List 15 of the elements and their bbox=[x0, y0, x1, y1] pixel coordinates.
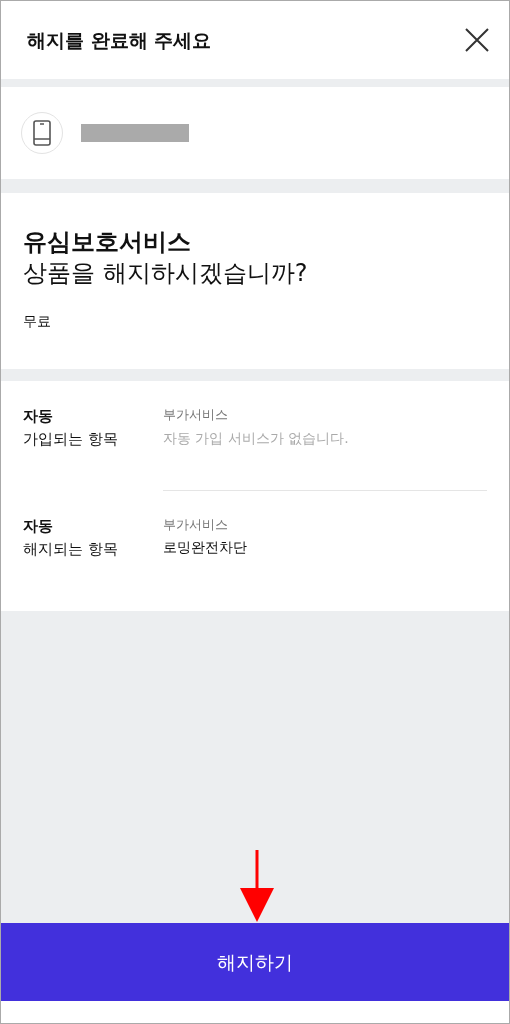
item-label: 가입되는 항목 bbox=[23, 430, 118, 449]
item-value: 로밍완전차단 bbox=[163, 538, 248, 558]
item-category: 부가서비스 bbox=[163, 406, 229, 424]
page-title: 해지를 완료해 주세요 bbox=[27, 28, 212, 52]
item-label: 해지되는 항목 bbox=[23, 539, 118, 558]
close-icon[interactable] bbox=[465, 27, 489, 53]
product-name: 유심보호서비스 bbox=[23, 227, 192, 258]
cancel-button[interactable]: 해지하기 bbox=[1, 923, 509, 1001]
item-label-bold: 자동 bbox=[23, 406, 54, 427]
question-text: 상품을 해지하시겠습니까? bbox=[23, 258, 309, 290]
annotation-arrow bbox=[239, 850, 275, 922]
item-category: 부가서비스 bbox=[163, 515, 229, 534]
item-value: 자동 가입 서비스가 없습니다. bbox=[163, 428, 350, 448]
price-text: 무료 bbox=[23, 312, 52, 332]
item-label-bold: 자동 bbox=[23, 515, 54, 537]
